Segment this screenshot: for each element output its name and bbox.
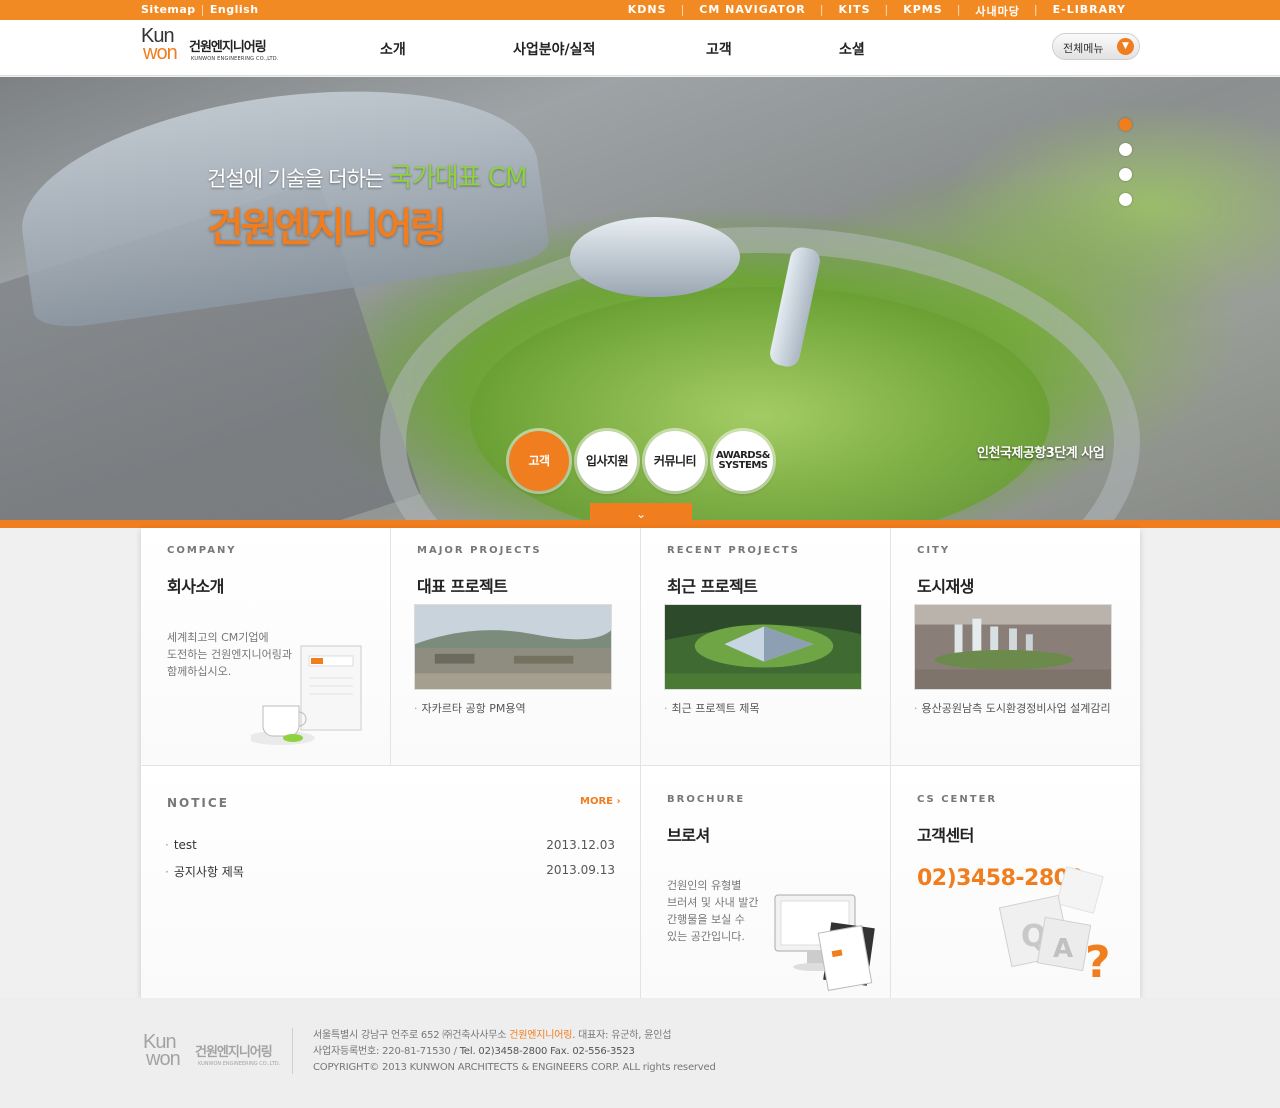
city-thumbnail[interactable] [914,604,1112,690]
major-project-caption[interactable]: · 자카르타 공항 PM용역 [414,700,624,716]
footer-divider [292,1028,293,1074]
language-links: Sitemap | English [141,3,259,16]
company-en-title: COMPANY [167,545,237,556]
chevron-down-icon: ⌄ [635,507,647,521]
slide-indicators [1119,118,1132,218]
slogan-prefix: 건설에 기술을 더하는 [207,167,384,191]
e-library-link[interactable]: E-LIBRARY [1053,3,1126,19]
footer-logo-name-en: KUNWON ENGINEERING CO.,LTD. [198,1061,281,1067]
city-title: 도시재생 [917,577,974,596]
content-panel: COMPANY 회사소개 세계최고의 CM기업에 도전하는 건원엔지니어링과 함… [141,528,1140,998]
divider: | [200,3,205,16]
company-title: 회사소개 [167,577,224,596]
nav-item-business[interactable]: 사업분야/실적 [513,39,595,59]
slide-dot[interactable] [1119,143,1132,156]
hero-slogan: 건설에 기술을 더하는 국가대표 CM [207,157,528,194]
footer-info: 서울특별시 강남구 언주로 652 ㈜건축사사무소 건원엔지니어링. 대표자: … [313,1028,716,1076]
footer: Kun won 건원엔지니어링 KUNWON ENGINEERING CO.,L… [0,998,1280,1108]
recent-projects-box[interactable]: RECENT PROJECTS 최근 프로젝트 · 최근 프로젝트 제목 [641,528,891,766]
footer-logo-mark-bottom: won [146,1048,181,1070]
footer-address: 서울특별시 강남구 언주로 652 ㈜건축사사무소 건원엔지니어링. 대표자: … [313,1030,672,1041]
logo-name: 건원엔지니어링 [189,40,267,55]
english-link[interactable]: English [210,3,259,16]
city-box[interactable]: CITY 도시재생 · 용산공원남측 도시환경정비사업 설계감리 [891,528,1140,766]
hero-image-building [570,217,740,297]
recent-en-title: RECENT PROJECTS [667,545,800,556]
slide-dot[interactable] [1119,118,1132,131]
cs-title: 고객센터 [917,826,974,845]
all-menu-button[interactable]: 전체메뉴 ▼ [1052,33,1140,60]
brochure-title: 브로셔 [667,826,710,845]
hero-caption: 인천국제공항3단계 사업 [977,446,1105,461]
recent-project-caption[interactable]: · 최근 프로젝트 제목 [664,700,874,716]
chevron-right-icon: › [616,796,621,807]
hero-title: 건원엔지니어링 [207,205,447,251]
more-link[interactable]: MORE › [580,796,621,807]
slogan-highlight: 국가대표 CM [388,163,528,193]
major-projects-box[interactable]: MAJOR PROJECTS 대표 프로젝트 · 자카르타 공항 PM용역 [391,528,641,766]
notice-item[interactable]: · 공지사항 제목 2013.09.13 [165,863,615,888]
notice-item[interactable]: · test 2013.12.03 [165,838,615,863]
hero-banner: 건설에 기술을 더하는 국가대표 CM 건원엔지니어링 인천국제공항3단계 사업… [0,77,1280,521]
major-title: 대표 프로젝트 [417,577,508,596]
nav-item-about[interactable]: 소개 [380,39,406,59]
company-box[interactable]: COMPANY 회사소개 세계최고의 CM기업에 도전하는 건원엔지니어링과 함… [141,528,391,766]
major-project-thumbnail[interactable] [414,604,612,690]
header: Kun won 건원엔지니어링 KUNWON ENGINEERING CO.,L… [0,20,1280,76]
cs-en-title: CS CENTER [917,794,998,805]
slide-dot[interactable] [1119,168,1132,181]
svg-text:?: ? [1085,937,1111,988]
footer-copyright: COPYRIGHT© 2013 KUNWON ARCHITECTS & ENGI… [313,1062,716,1073]
nav-item-social[interactable]: 소셜 [839,39,865,59]
brochure-en-title: BROCHURE [667,794,746,805]
brochure-box[interactable]: BROCHURE 브로셔 건원인의 유형별 브러셔 및 사내 발간 간행물을 보… [641,766,891,998]
notice-list: · test 2013.12.03 · 공지사항 제목 2013.09.13 [165,838,615,888]
footer-logo: Kun won 건원엔지니어링 KUNWON ENGINEERING CO.,L… [143,1031,280,1071]
city-caption[interactable]: · 용산공원남측 도시환경정비사업 설계감리 [914,700,1124,716]
notice-title: NOTICE [167,796,229,810]
kpms-link[interactable]: KPMS [903,3,942,19]
cm-navigator-link[interactable]: CM NAVIGATOR [699,3,805,19]
sitemap-link[interactable]: Sitemap [141,3,196,16]
city-en-title: CITY [917,545,951,556]
nav-item-customer[interactable]: 고객 [706,39,732,59]
footer-contact: 사업자등록번호: 220-81-71530 / Tel. 02)3458-280… [313,1046,635,1057]
brochure-illustration [774,894,875,991]
cs-center-box: CS CENTER 고객센터 02)3458-2800 Q A ? [891,766,1140,998]
recent-title: 최근 프로젝트 [667,577,758,596]
chevron-down-icon: ▼ [1117,38,1134,55]
quick-link-awards[interactable]: AWARDS& SYSTEMS [713,431,773,491]
company-illustration [251,645,362,745]
company-logo[interactable]: Kun won 건원엔지니어링 KUNWON ENGINEERING CO.,L… [141,26,278,66]
quick-link-customer[interactable]: 고객 [509,431,569,491]
intranet-link[interactable]: 사내마당 [975,3,1019,19]
footer-logo-name: 건원엔지니어링 [195,1045,273,1060]
slide-dot[interactable] [1119,193,1132,206]
notice-box: NOTICE MORE › · test 2013.12.03 · 공지사항 제목 … [141,766,641,998]
top-utility-bar: Sitemap | English KDNS | CM NAVIGATOR | KITS… [0,0,1280,20]
system-links: KDNS | CM NAVIGATOR | KITS | KPMS | 사내마당 | E-… [627,3,1126,19]
quick-link-community[interactable]: 커뮤니티 [645,431,705,491]
logo-mark-bottom: won [143,42,178,64]
recent-project-thumbnail[interactable] [664,604,862,690]
quick-link-recruit[interactable]: 입사지원 [577,431,637,491]
all-menu-label: 전체메뉴 [1063,42,1104,55]
kdns-link[interactable]: KDNS [628,3,667,19]
hero-toggle-button[interactable]: ⌄ [590,503,692,525]
kits-link[interactable]: KITS [838,3,870,19]
svg-text:A: A [1053,934,1073,964]
major-en-title: MAJOR PROJECTS [417,545,542,556]
logo-name-en: KUNWON ENGINEERING CO.,LTD. [191,56,279,62]
qa-illustration: Q A ? [998,866,1111,988]
